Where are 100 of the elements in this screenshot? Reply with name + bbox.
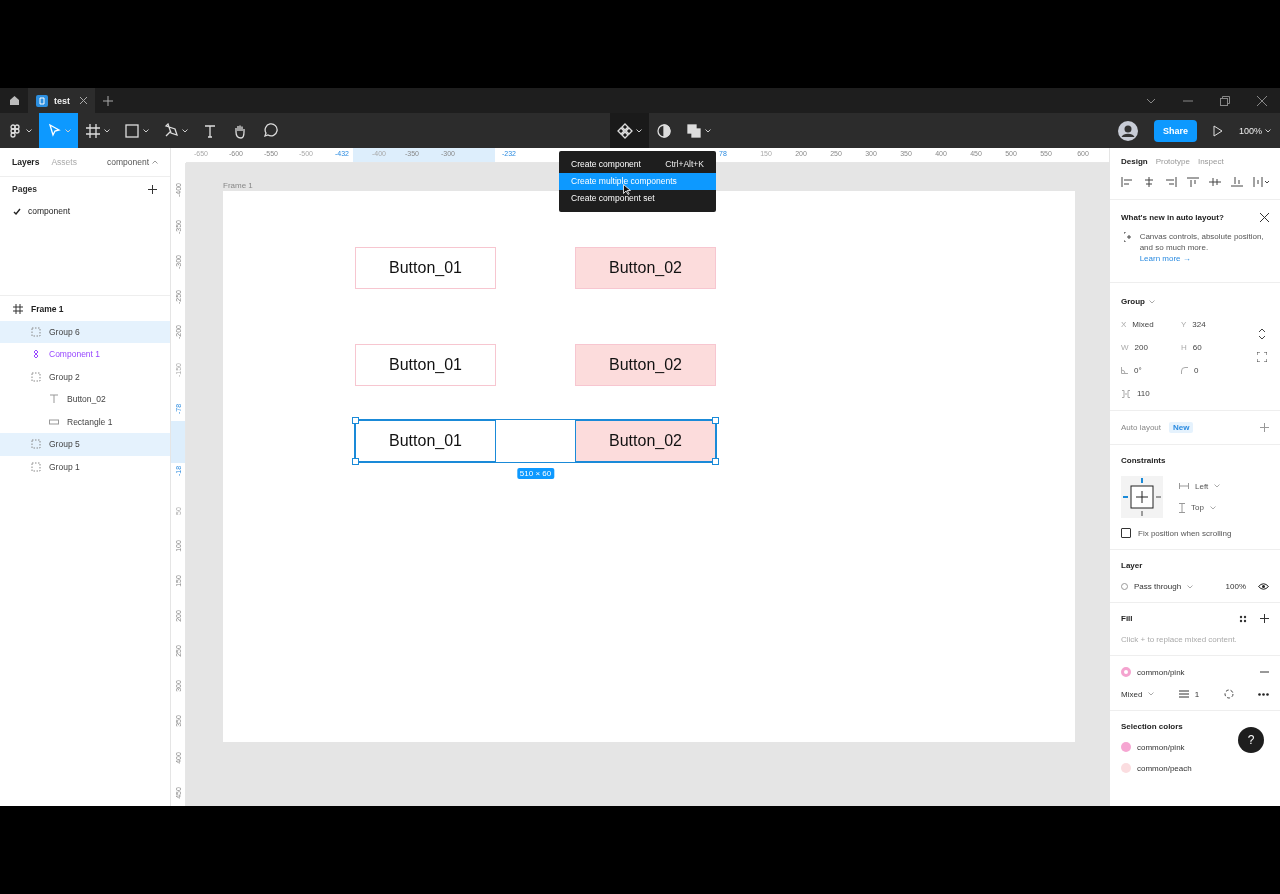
canvas-controls-icon [1124, 232, 1131, 242]
boolean-icon [686, 122, 702, 139]
mask-icon [656, 122, 672, 139]
align-left-icon[interactable] [1121, 177, 1133, 187]
property-field[interactable]: H 60 [1181, 343, 1241, 353]
resize-handle[interactable] [712, 417, 719, 424]
angle-icon [1121, 367, 1128, 375]
layer-item[interactable]: Group 1 [0, 455, 170, 478]
horizontal-constraint-icon [1179, 483, 1189, 490]
color-swatch[interactable] [1121, 667, 1131, 678]
property-field[interactable]: W 200 [1121, 343, 1181, 353]
style-name: common/peach [1137, 763, 1192, 773]
chevron-down-icon [1265, 128, 1271, 133]
page-switcher[interactable]: component [106, 157, 158, 167]
corner-icon[interactable] [1257, 352, 1267, 363]
distribute-icon[interactable] [1253, 177, 1269, 187]
fix-position-checkbox[interactable] [1121, 528, 1131, 539]
section-title: Group [1121, 297, 1145, 307]
eye-icon[interactable] [1258, 583, 1269, 591]
resize-icon[interactable] [1258, 328, 1266, 341]
pages-heading: Pages [12, 184, 38, 194]
size-badge: 510 × 60 [516, 468, 555, 479]
file-tab[interactable]: test [28, 88, 95, 113]
cursor-icon [623, 184, 631, 195]
property-field[interactable]: 0° [1121, 366, 1181, 376]
page-item[interactable]: component [0, 200, 170, 222]
layer-item[interactable]: Rectangle 1 [0, 410, 170, 433]
checkbox-label: Fix position when scrolling [1138, 528, 1232, 538]
opacity-field[interactable]: 100% [1225, 582, 1246, 592]
horizontal-constraint-dropdown[interactable]: Left [1195, 481, 1209, 491]
color-swatch[interactable] [1121, 763, 1131, 774]
chevron-down-icon [636, 128, 642, 133]
spacing-field[interactable]: 110 [1121, 389, 1269, 399]
align-bottom-icon[interactable] [1231, 177, 1243, 187]
component-tool[interactable] [610, 113, 649, 148]
panel-tab[interactable]: Design [1121, 157, 1148, 166]
close-icon[interactable] [1260, 213, 1269, 222]
file-icon [36, 94, 48, 107]
play-icon[interactable] [1212, 124, 1223, 137]
add-icon[interactable] [1260, 614, 1269, 624]
resize-handle[interactable] [352, 458, 359, 465]
new-badge: New [1169, 422, 1194, 434]
panel-tab[interactable]: Layers [12, 157, 40, 167]
layer-item[interactable]: Group 2 [0, 365, 170, 388]
chevron-down-icon[interactable] [1146, 97, 1156, 104]
align-center-icon[interactable] [1143, 177, 1155, 187]
diamond-icon [31, 349, 41, 360]
align-middle-icon[interactable] [1209, 177, 1221, 187]
menu-item[interactable]: Create component Ctrl+Alt+K [559, 156, 716, 173]
pen-icon [163, 122, 179, 139]
comment-icon [262, 122, 278, 139]
avatar-icon[interactable] [1117, 120, 1138, 141]
style-name: common/pink [1137, 667, 1185, 677]
blend-dropdown[interactable]: Pass through [1134, 582, 1182, 592]
more-icon[interactable] [1257, 692, 1269, 696]
menu-item[interactable]: Create component set [559, 190, 716, 207]
color-swatch[interactable] [1121, 742, 1131, 753]
chevron-down-icon [26, 128, 32, 133]
close-icon[interactable] [80, 97, 87, 104]
property-field[interactable]: Y 324 [1181, 320, 1241, 330]
styles-icon[interactable] [1239, 614, 1247, 623]
vertical-constraint-icon [1179, 502, 1185, 513]
blend-icon [1121, 583, 1128, 591]
text-icon [202, 122, 218, 139]
dashed-square-icon [31, 326, 41, 337]
zoom-dropdown[interactable]: 100% [1238, 125, 1271, 136]
help-button[interactable]: ? [1238, 727, 1264, 754]
detach-icon[interactable] [1223, 689, 1234, 700]
layer-item[interactable]: Button_02 [0, 388, 170, 411]
resize-handle[interactable] [712, 458, 719, 465]
chevron-down-icon [182, 128, 188, 133]
remove-icon[interactable] [1260, 671, 1269, 674]
layer-item[interactable]: Group 5 [0, 433, 170, 456]
layer-item[interactable]: Group 6 [0, 320, 170, 343]
layer-item[interactable]: Component 1 [0, 343, 170, 366]
add-page-icon[interactable] [148, 184, 157, 194]
mode-dropdown[interactable]: Mixed [1121, 689, 1143, 699]
dashed-square-icon [31, 371, 41, 382]
canvas-button: Button_02 [575, 420, 716, 462]
chevron-down-icon [143, 128, 149, 133]
ruler-highlight [171, 421, 185, 463]
chevron-down-icon [705, 128, 711, 133]
fill-hint: Click + to replace mixed content. [1121, 635, 1238, 645]
property-field[interactable]: X Mixed [1121, 320, 1181, 330]
restore-icon[interactable] [1220, 95, 1230, 106]
constraints-widget[interactable] [1121, 476, 1163, 519]
align-right-icon[interactable] [1165, 177, 1177, 187]
property-field[interactable]: 0 [1181, 366, 1241, 376]
style-name: common/pink [1137, 742, 1185, 752]
layer-item[interactable]: Frame 1 [0, 298, 170, 321]
section-title: Constraints [1121, 456, 1166, 466]
corner-radius-icon [1181, 367, 1188, 375]
add-tab-icon[interactable] [103, 95, 113, 106]
resize-handle[interactable] [352, 417, 359, 424]
align-top-icon[interactable] [1187, 177, 1199, 187]
vertical-constraint-dropdown[interactable]: Top [1191, 503, 1204, 513]
learn-more-link[interactable]: Learn more → [1139, 253, 1191, 263]
main-menu-icon [7, 122, 23, 139]
chevron-down-icon [65, 128, 71, 133]
section-title: Fill [1121, 614, 1133, 624]
